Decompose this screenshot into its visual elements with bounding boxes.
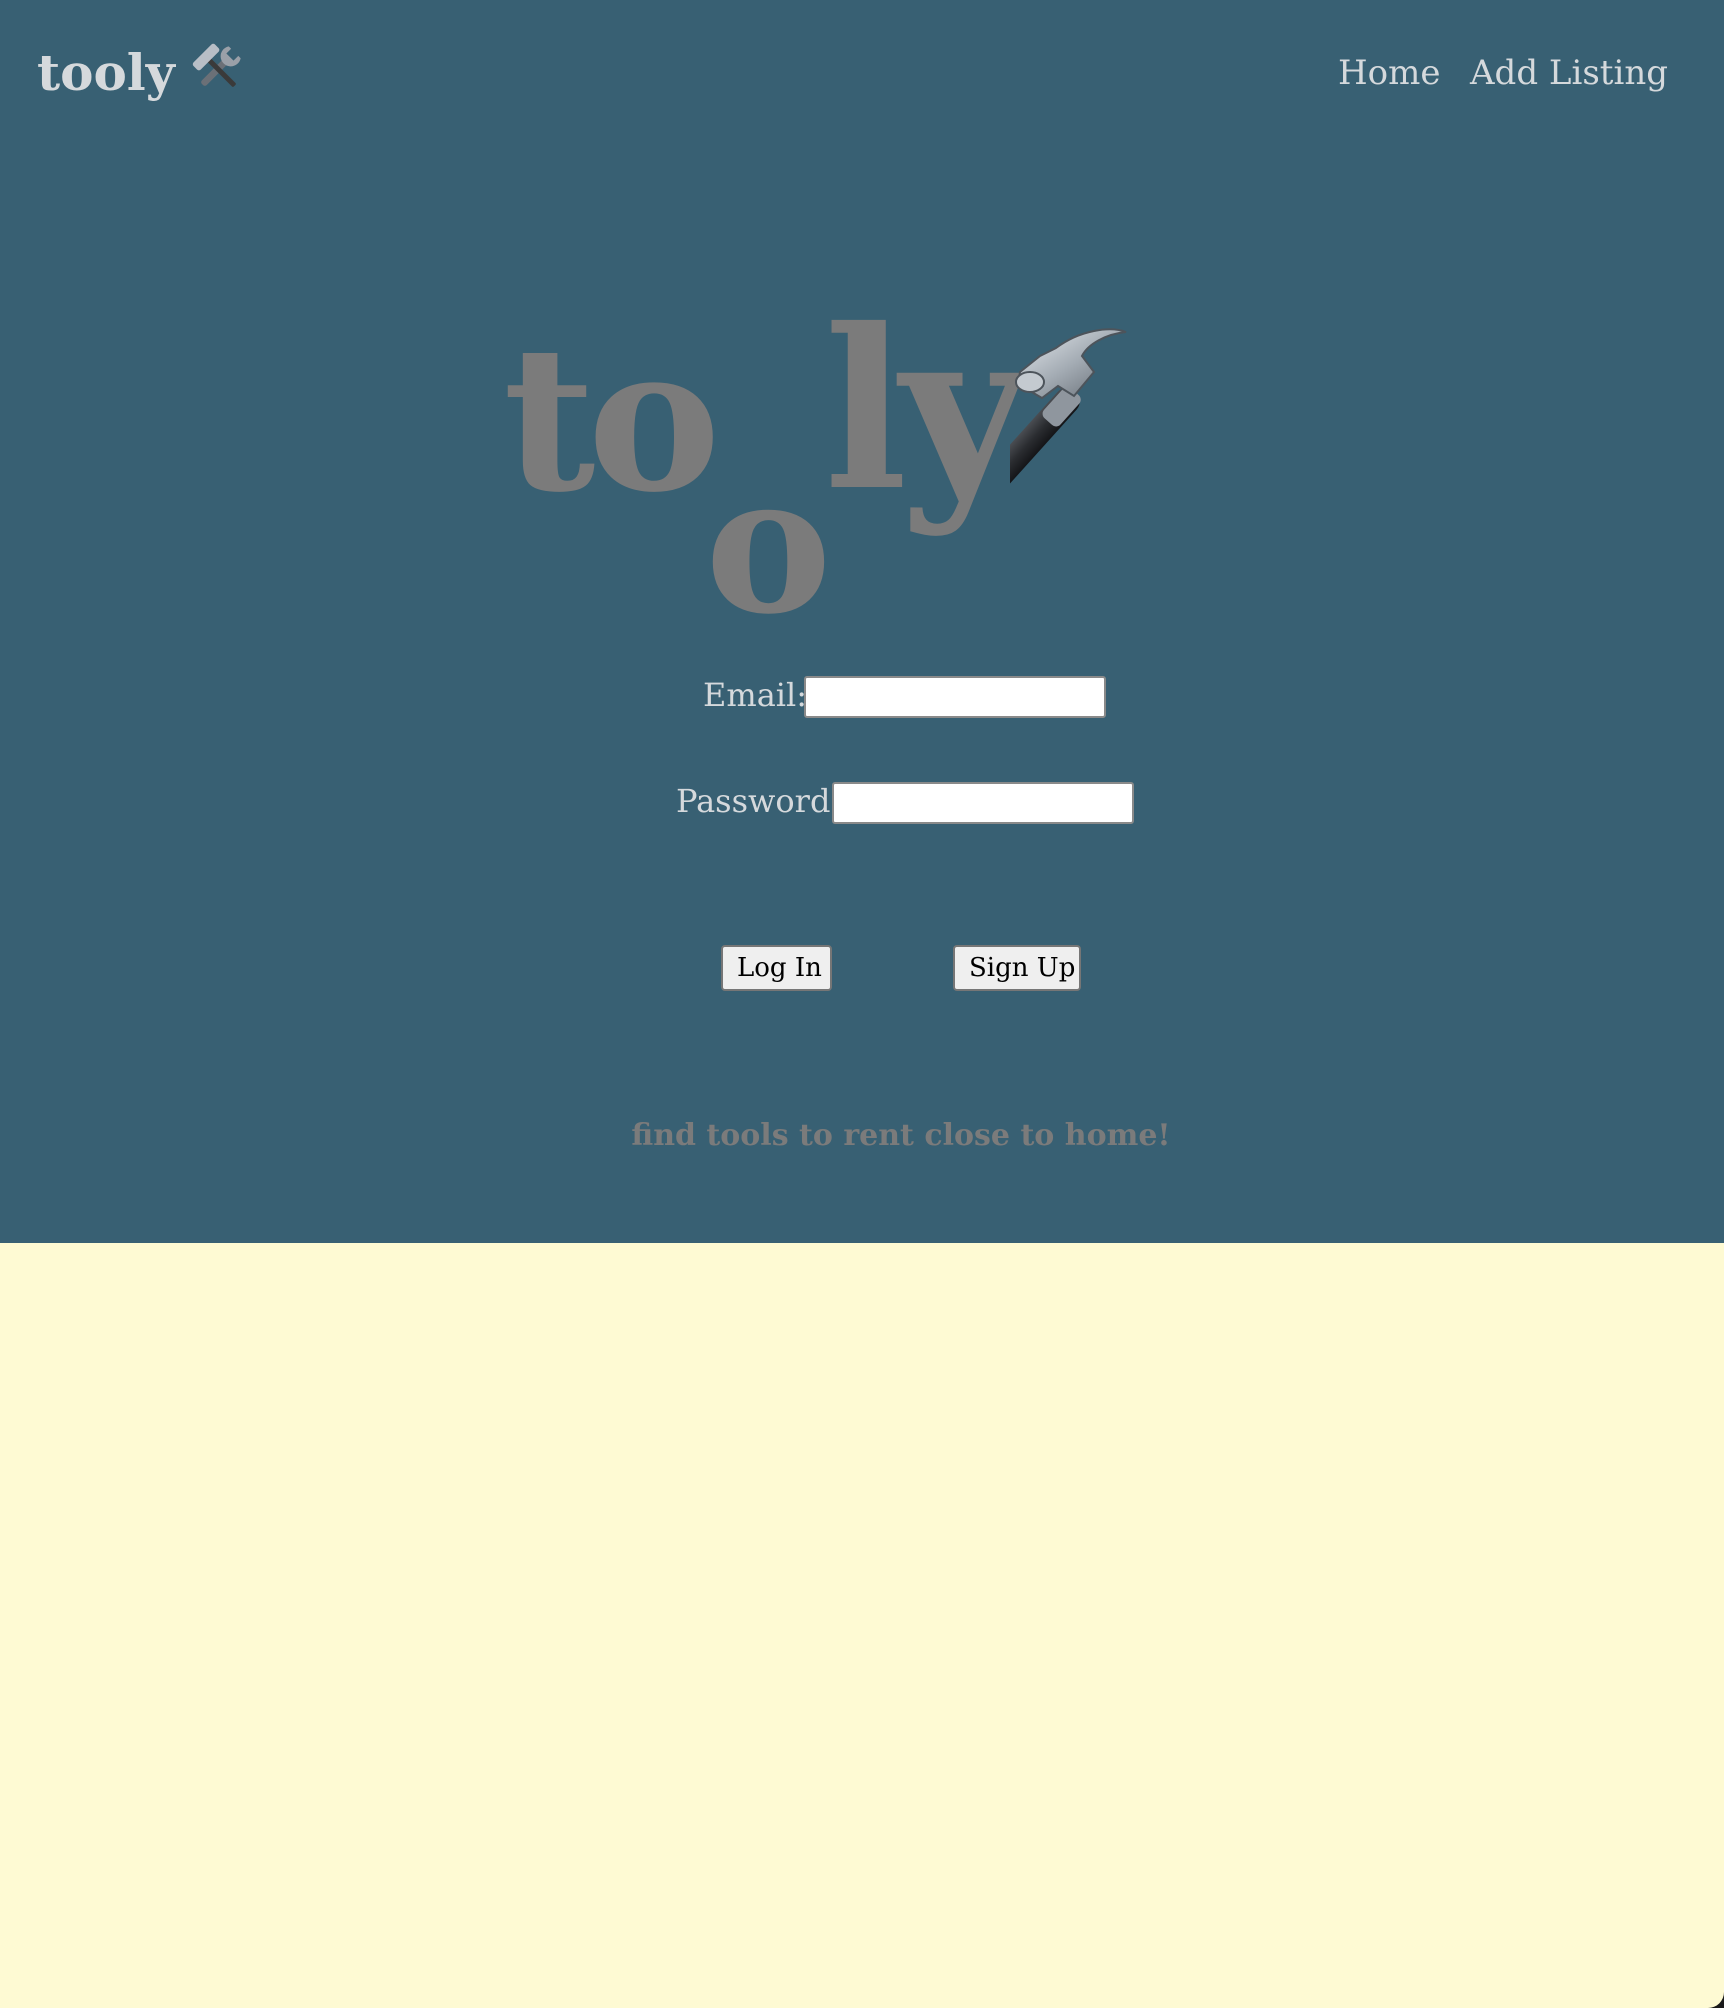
- hero-logo-part-ly: ly: [824, 280, 1027, 539]
- hero-tagline: find tools to rent close to home!: [631, 1118, 1171, 1153]
- login-button[interactable]: Log In: [721, 945, 832, 991]
- email-label: Email:: [703, 676, 808, 714]
- hero-logo-part-o: o: [705, 433, 832, 656]
- brand-name: tooly: [37, 43, 175, 102]
- signup-button[interactable]: Sign Up: [953, 945, 1081, 991]
- brand-logo[interactable]: tooly: [37, 38, 245, 108]
- hero-logo-part-to: to: [503, 302, 721, 537]
- nav-home-link[interactable]: Home: [1338, 48, 1440, 98]
- nav-add-listing-link[interactable]: Add Listing: [1470, 48, 1668, 98]
- hammer-and-wrench-icon: [192, 43, 241, 87]
- hammer-icon: [1010, 328, 1127, 530]
- hero-section: tooly Home Add Listing to o ly Email: Pa…: [0, 0, 1724, 1243]
- email-field[interactable]: [804, 676, 1106, 718]
- password-label: Password:: [676, 782, 842, 820]
- app-window: tooly Home Add Listing to o ly Email: Pa…: [0, 0, 1724, 2008]
- password-field[interactable]: [832, 782, 1134, 824]
